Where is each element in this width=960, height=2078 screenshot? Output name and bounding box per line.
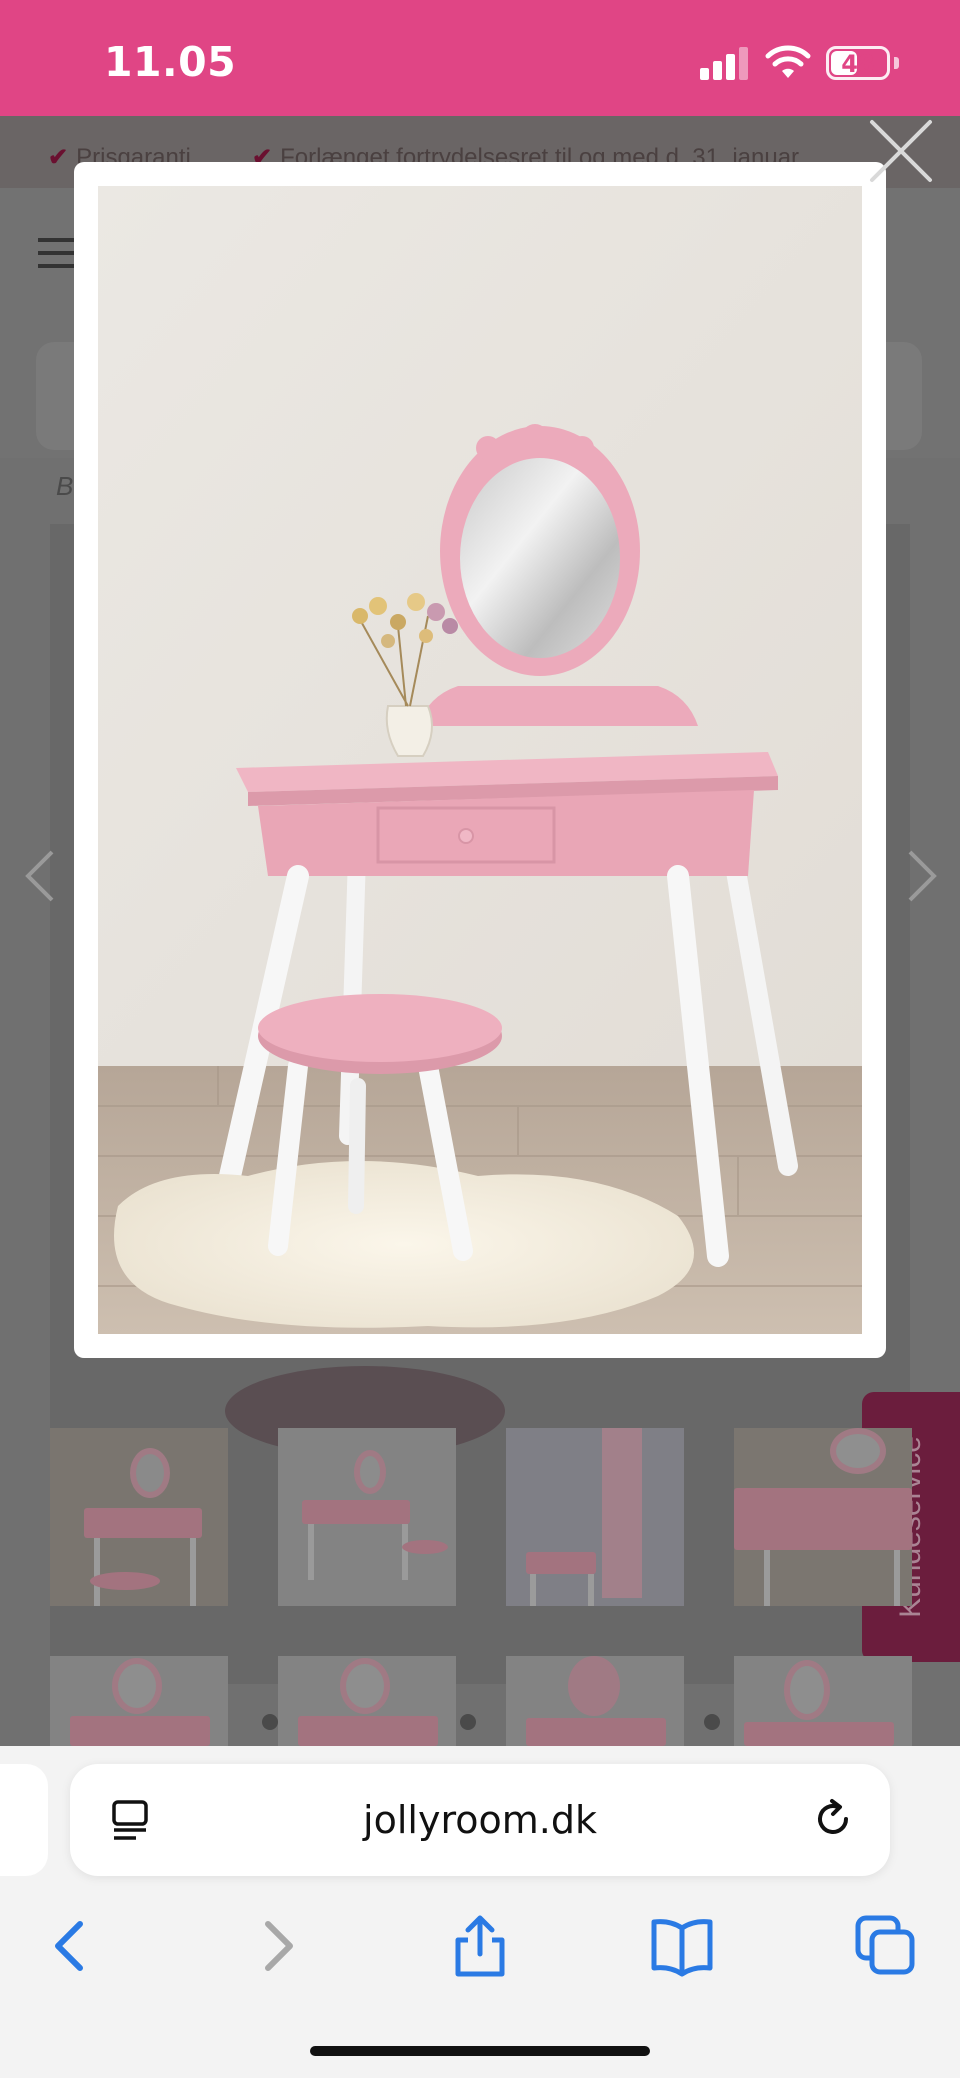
bookmarks-icon[interactable] (650, 1914, 714, 1978)
cellular-signal-icon (700, 46, 750, 80)
status-time: 11.05 (104, 38, 237, 86)
reload-icon[interactable] (810, 1796, 856, 1842)
carousel-dot[interactable] (262, 1714, 278, 1730)
chevron-right-icon[interactable] (902, 846, 942, 906)
url-text: jollyroom.dk (363, 1798, 597, 1842)
status-bar: 11.05 48 (0, 0, 960, 116)
image-lightbox (74, 162, 886, 1358)
address-bar[interactable]: jollyroom.dk (70, 1764, 890, 1876)
thumbnail-vanity-front-4[interactable] (734, 1656, 912, 1746)
back-icon[interactable] (40, 1914, 104, 1978)
thumbnail-vanity-with-canopy[interactable] (506, 1428, 684, 1606)
close-icon[interactable] (866, 116, 936, 186)
thumbnail-vanity-drawer-closeup[interactable] (734, 1428, 912, 1606)
lightbox-product-image[interactable] (98, 186, 862, 1334)
home-indicator (310, 2046, 650, 2056)
carousel-dot[interactable] (460, 1714, 476, 1730)
thumbnail-vanity-room[interactable] (50, 1428, 228, 1606)
battery-icon: 48 (826, 46, 890, 80)
wifi-icon (765, 45, 811, 78)
battery-level: 48 (841, 50, 875, 78)
thumbnail-vanity-front-2[interactable] (278, 1656, 456, 1746)
previous-tab-edge[interactable] (0, 1764, 48, 1876)
chevron-left-icon[interactable] (20, 846, 60, 906)
menu-icon[interactable] (38, 238, 76, 268)
battery-cap (894, 57, 899, 69)
tabs-icon[interactable] (854, 1914, 918, 1978)
checkmark-icon: ✔ (48, 144, 69, 171)
vanity-table-photo (98, 186, 862, 1334)
share-icon[interactable] (448, 1914, 512, 1978)
thumbnail-vanity-front-3[interactable] (506, 1656, 684, 1746)
carousel-dot[interactable] (704, 1714, 720, 1730)
thumbnail-vanity-white-bg[interactable] (278, 1428, 456, 1606)
breadcrumb-start: B (56, 471, 74, 501)
browser-chrome: jollyroom.dk (0, 1746, 960, 2078)
thumbnail-vanity-front-1[interactable] (50, 1656, 228, 1746)
forward-icon[interactable] (244, 1914, 308, 1978)
